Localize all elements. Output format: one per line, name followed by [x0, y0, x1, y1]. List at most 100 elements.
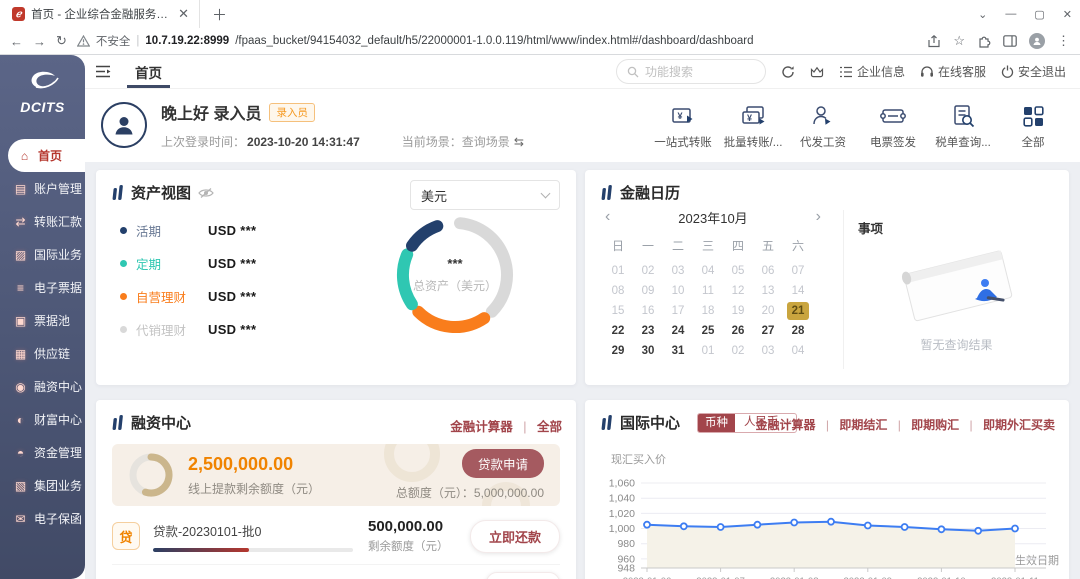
- header-link-headset[interactable]: 在线客服: [920, 63, 986, 80]
- share-icon[interactable]: [927, 35, 941, 48]
- calendar-day[interactable]: 26: [723, 322, 753, 342]
- tab-home[interactable]: 首页: [135, 55, 162, 88]
- sidebar-item-bill-pool[interactable]: ▣票据池: [0, 304, 85, 337]
- calendar-day[interactable]: 16: [633, 302, 663, 322]
- greeting-message: 晚上好 录入员: [161, 100, 261, 124]
- browser-profile-avatar[interactable]: [1029, 33, 1045, 49]
- calendar-day[interactable]: 01: [693, 342, 723, 362]
- eye-hidden-icon[interactable]: [198, 187, 214, 199]
- quick-action-tax-search[interactable]: 税单查询...: [930, 103, 996, 150]
- calendar-day[interactable]: 11: [693, 282, 723, 302]
- calendar-day[interactable]: 18: [693, 302, 723, 322]
- sidebar-item-group[interactable]: ▧集团业务: [0, 469, 85, 502]
- calendar-next-icon[interactable]: ›: [816, 208, 821, 226]
- dcits-logo: DCITS: [0, 55, 85, 125]
- spot-purchase-link[interactable]: 即期购汇: [911, 418, 959, 432]
- calendar-day[interactable]: 20: [753, 302, 783, 322]
- calendar-day[interactable]: 25: [693, 322, 723, 342]
- url-field[interactable]: 不安全 | 10.7.19.22:8999/fpaas_bucket/94154…: [77, 33, 917, 49]
- calendar-day[interactable]: 19: [723, 302, 753, 322]
- loan-apply-button[interactable]: 贷款申请: [462, 449, 544, 478]
- calendar-day[interactable]: 29: [603, 342, 633, 362]
- calendar-day[interactable]: 27: [753, 322, 783, 342]
- header-link-power[interactable]: 安全退出: [1001, 63, 1066, 80]
- calendar-day[interactable]: 30: [633, 342, 663, 362]
- dashboard-content: 资产视图 美元 活期USD ***定期USD ***自营理财USD ***代销理…: [85, 162, 1080, 579]
- calendar-day[interactable]: 21: [783, 302, 813, 322]
- calendar-day[interactable]: 15: [603, 302, 633, 322]
- theme-icon[interactable]: [810, 66, 824, 78]
- calendar-prev-icon[interactable]: ‹: [605, 208, 610, 226]
- function-search[interactable]: [616, 59, 766, 84]
- calendar-day[interactable]: 24: [663, 322, 693, 342]
- calendar-day[interactable]: 31: [663, 342, 693, 362]
- calendar-day[interactable]: 05: [723, 262, 753, 282]
- card-title-bars-icon: [112, 185, 124, 201]
- sidebar-item-transfer[interactable]: ⇄转账汇款: [0, 205, 85, 238]
- new-tab-button[interactable]: ＋: [200, 4, 239, 25]
- quick-action-label: 一站式转账: [654, 134, 712, 150]
- intl-financial-calculator-link[interactable]: 金融计算器: [756, 418, 816, 432]
- extensions-icon[interactable]: [977, 34, 991, 48]
- quick-action-e-ticket[interactable]: 电票签发: [860, 103, 926, 150]
- currency-select[interactable]: 美元: [410, 180, 560, 210]
- user-avatar[interactable]: [101, 102, 147, 148]
- window-chevron-icon[interactable]: ⌄: [978, 8, 987, 21]
- calendar-day[interactable]: 09: [633, 282, 663, 302]
- sidebar-item-supply-chain[interactable]: ▦供应链: [0, 337, 85, 370]
- quick-action-grid[interactable]: 全部: [1000, 103, 1066, 150]
- sidebar-item-funds[interactable]: ◓资金管理: [0, 436, 85, 469]
- calendar-day[interactable]: 08: [603, 282, 633, 302]
- calendar-day[interactable]: 14: [783, 282, 813, 302]
- calendar-day[interactable]: 04: [693, 262, 723, 282]
- quick-action-batch-transfer[interactable]: ¥批量转账/...: [720, 103, 786, 150]
- switch-scene-icon[interactable]: ⇆: [514, 135, 524, 149]
- spot-fx-trade-link[interactable]: 即期外汇买卖: [983, 418, 1055, 432]
- repay-now-button[interactable]: 立即还款: [470, 520, 560, 553]
- calendar-day[interactable]: 03: [753, 342, 783, 362]
- partial-next-row-button[interactable]: [486, 572, 560, 579]
- all-link[interactable]: 全部: [537, 420, 562, 434]
- collapse-sidebar-icon[interactable]: [95, 65, 111, 78]
- bookmark-star-icon[interactable]: ☆: [953, 33, 965, 49]
- header-link-list[interactable]: 企业信息: [839, 63, 905, 80]
- calendar-day[interactable]: 02: [633, 262, 663, 282]
- calendar-day[interactable]: 01: [603, 262, 633, 282]
- sidebar-item-international[interactable]: ▨国际业务: [0, 238, 85, 271]
- calendar-day[interactable]: 02: [723, 342, 753, 362]
- back-button[interactable]: ←: [10, 34, 23, 49]
- calendar-day[interactable]: 23: [633, 322, 663, 342]
- sidebar-item-guarantee[interactable]: ✉电子保函: [0, 502, 85, 535]
- calendar-day[interactable]: 04: [783, 342, 813, 362]
- calendar-day[interactable]: 07: [783, 262, 813, 282]
- sidebar-item-home[interactable]: ⌂首页: [8, 139, 85, 172]
- spot-settlement-link[interactable]: 即期结汇: [839, 418, 887, 432]
- window-close-button[interactable]: ✕: [1063, 8, 1072, 21]
- forward-button[interactable]: →: [33, 34, 46, 49]
- calendar-day[interactable]: 13: [753, 282, 783, 302]
- refresh-icon[interactable]: [781, 65, 795, 79]
- sidebar-item-wealth[interactable]: ◐财富中心: [0, 403, 85, 436]
- sidebar-item-financing[interactable]: ◉融资中心: [0, 370, 85, 403]
- tab-close-icon[interactable]: ✕: [176, 6, 191, 22]
- window-maximize-button[interactable]: ▢: [1034, 8, 1044, 21]
- search-input[interactable]: [645, 65, 745, 79]
- browser-menu-icon[interactable]: ⋮: [1057, 33, 1070, 49]
- window-minimize-button[interactable]: —: [1005, 8, 1016, 20]
- sidebar-item-e-bill[interactable]: ≡电子票据: [0, 271, 85, 304]
- calendar-day[interactable]: 10: [663, 282, 693, 302]
- browser-tab[interactable]: ℯ 首页 - 企业综合金融服务平台 ✕: [0, 0, 200, 28]
- reload-button[interactable]: ↻: [56, 33, 67, 49]
- financial-calculator-link[interactable]: 金融计算器: [450, 420, 513, 434]
- calendar-day[interactable]: 17: [663, 302, 693, 322]
- calendar-day[interactable]: 06: [753, 262, 783, 282]
- calendar-day[interactable]: 28: [783, 322, 813, 342]
- sidebar-item-account[interactable]: ▤账户管理: [0, 172, 85, 205]
- quick-action-card-transfer[interactable]: ¥一站式转账: [650, 103, 716, 150]
- calendar-day[interactable]: 12: [723, 282, 753, 302]
- calendar-day[interactable]: 03: [663, 262, 693, 282]
- calendar-day[interactable]: 22: [603, 322, 633, 342]
- sidebar-item-label: 财富中心: [34, 411, 82, 428]
- side-panel-icon[interactable]: [1003, 35, 1017, 47]
- quick-action-salary[interactable]: 代发工资: [790, 103, 856, 150]
